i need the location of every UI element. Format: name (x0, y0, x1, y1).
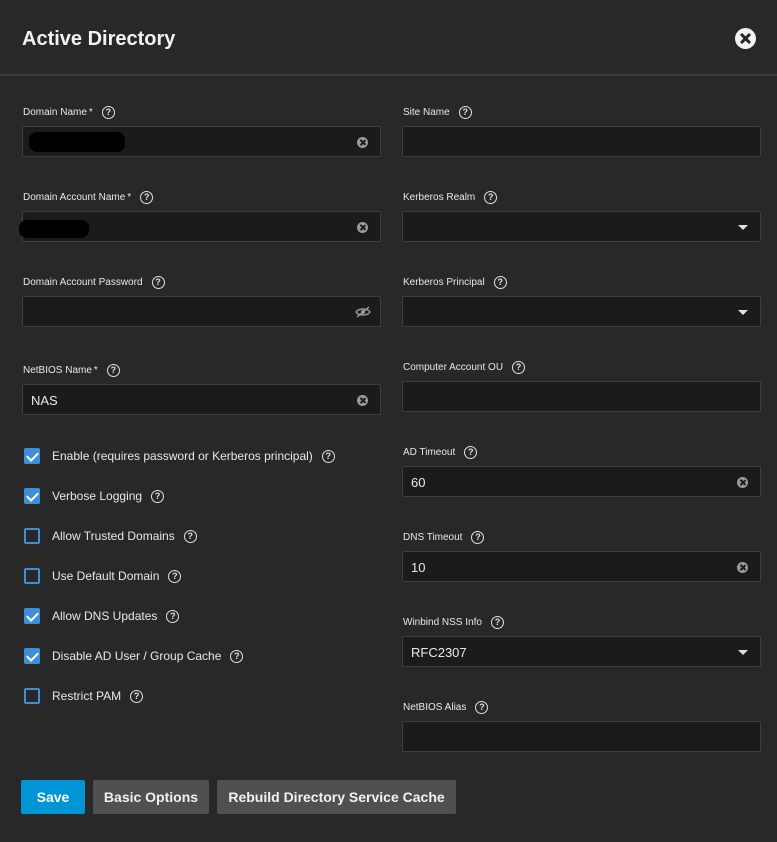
site-name-input[interactable] (402, 126, 761, 157)
domain-name-label: Domain Name * ? (23, 106, 115, 119)
domain-account-name-label: Domain Account Name * ? (23, 191, 154, 204)
netbios-alias-label: NetBIOS Alias ? (403, 701, 489, 714)
clear-icon[interactable] (357, 395, 368, 406)
help-icon[interactable]: ? (512, 361, 526, 374)
help-icon[interactable]: ? (464, 446, 478, 459)
chevron-down-icon[interactable] (738, 225, 748, 230)
computer-account-ou-label: Computer Account OU ? (403, 361, 526, 374)
ad-timeout-label: AD Timeout ? (403, 446, 478, 459)
checkbox-row-restrict-pam[interactable]: Restrict PAM ? (24, 688, 144, 704)
allow-dns-updates-checkbox[interactable] (24, 608, 40, 624)
help-icon[interactable]: ? (106, 364, 120, 377)
checkbox-row-disable-ad-cache[interactable]: Disable AD User / Group Cache ? (24, 648, 244, 664)
chevron-down-icon[interactable] (738, 310, 748, 315)
rebuild-cache-button[interactable]: Rebuild Directory Service Cache (217, 780, 456, 814)
help-icon[interactable]: ? (101, 106, 115, 119)
allow-trusted-domains-checkbox[interactable] (24, 528, 40, 544)
help-icon[interactable]: ? (490, 616, 504, 629)
help-icon[interactable]: ? (151, 276, 165, 289)
checkbox-row-enable[interactable]: Enable (requires password or Kerberos pr… (24, 448, 335, 464)
help-icon[interactable]: ? (130, 689, 144, 703)
checkbox-row-allow-dns-updates[interactable]: Allow DNS Updates ? (24, 608, 180, 624)
help-icon[interactable]: ? (484, 191, 498, 204)
kerberos-principal-select[interactable] (402, 296, 761, 327)
help-icon[interactable]: ? (458, 106, 472, 119)
help-icon[interactable]: ? (140, 191, 154, 204)
verbose-logging-checkbox[interactable] (24, 488, 40, 504)
netbios-name-input[interactable]: NAS (22, 384, 381, 415)
enable-checkbox[interactable] (24, 448, 40, 464)
netbios-alias-input[interactable] (402, 721, 761, 752)
redacted-value (19, 220, 89, 238)
domain-account-name-input[interactable] (19, 211, 381, 242)
dns-timeout-input[interactable]: 10 (402, 551, 761, 582)
help-icon[interactable]: ? (230, 649, 244, 663)
redacted-value (29, 132, 125, 152)
dialog-header: Active Directory (0, 0, 777, 76)
help-icon[interactable]: ? (151, 489, 165, 503)
checkbox-row-allow-trusted-domains[interactable]: Allow Trusted Domains ? (24, 528, 197, 544)
dialog-title: Active Directory (22, 28, 176, 50)
domain-name-input[interactable] (22, 126, 381, 157)
use-default-domain-checkbox[interactable] (24, 568, 40, 584)
save-button[interactable]: Save (21, 780, 85, 814)
help-icon[interactable]: ? (166, 609, 180, 623)
basic-options-button[interactable]: Basic Options (93, 780, 209, 814)
chevron-down-icon[interactable] (738, 650, 748, 655)
kerberos-realm-label: Kerberos Realm ? (403, 191, 498, 204)
help-icon[interactable]: ? (475, 701, 489, 714)
help-icon[interactable]: ? (168, 569, 182, 583)
netbios-name-label: NetBIOS Name * ? (23, 364, 120, 377)
clear-icon[interactable] (737, 562, 748, 573)
kerberos-principal-label: Kerberos Principal ? (403, 276, 507, 289)
site-name-label: Site Name ? (403, 106, 472, 119)
winbind-nss-info-label: Winbind NSS Info ? (403, 616, 504, 629)
disable-ad-cache-checkbox[interactable] (24, 648, 40, 664)
computer-account-ou-input[interactable] (402, 381, 761, 412)
help-icon[interactable]: ? (493, 276, 507, 289)
domain-account-password-input[interactable] (22, 296, 381, 327)
dns-timeout-label: DNS Timeout ? (403, 531, 485, 544)
winbind-nss-info-select[interactable]: RFC2307 (402, 636, 761, 667)
checkbox-row-use-default-domain[interactable]: Use Default Domain ? (24, 568, 182, 584)
clear-icon[interactable] (357, 137, 368, 148)
close-icon[interactable] (735, 28, 756, 49)
domain-account-password-label: Domain Account Password ? (23, 276, 165, 289)
help-icon[interactable]: ? (471, 531, 485, 544)
ad-timeout-input[interactable]: 60 (402, 466, 761, 497)
help-icon[interactable]: ? (183, 529, 197, 543)
restrict-pam-checkbox[interactable] (24, 688, 40, 704)
checkbox-row-verbose-logging[interactable]: Verbose Logging ? (24, 488, 165, 504)
clear-icon[interactable] (737, 477, 748, 488)
help-icon[interactable]: ? (321, 449, 335, 463)
eye-off-icon[interactable] (355, 306, 371, 318)
kerberos-realm-select[interactable] (402, 211, 761, 242)
clear-icon[interactable] (357, 222, 368, 233)
